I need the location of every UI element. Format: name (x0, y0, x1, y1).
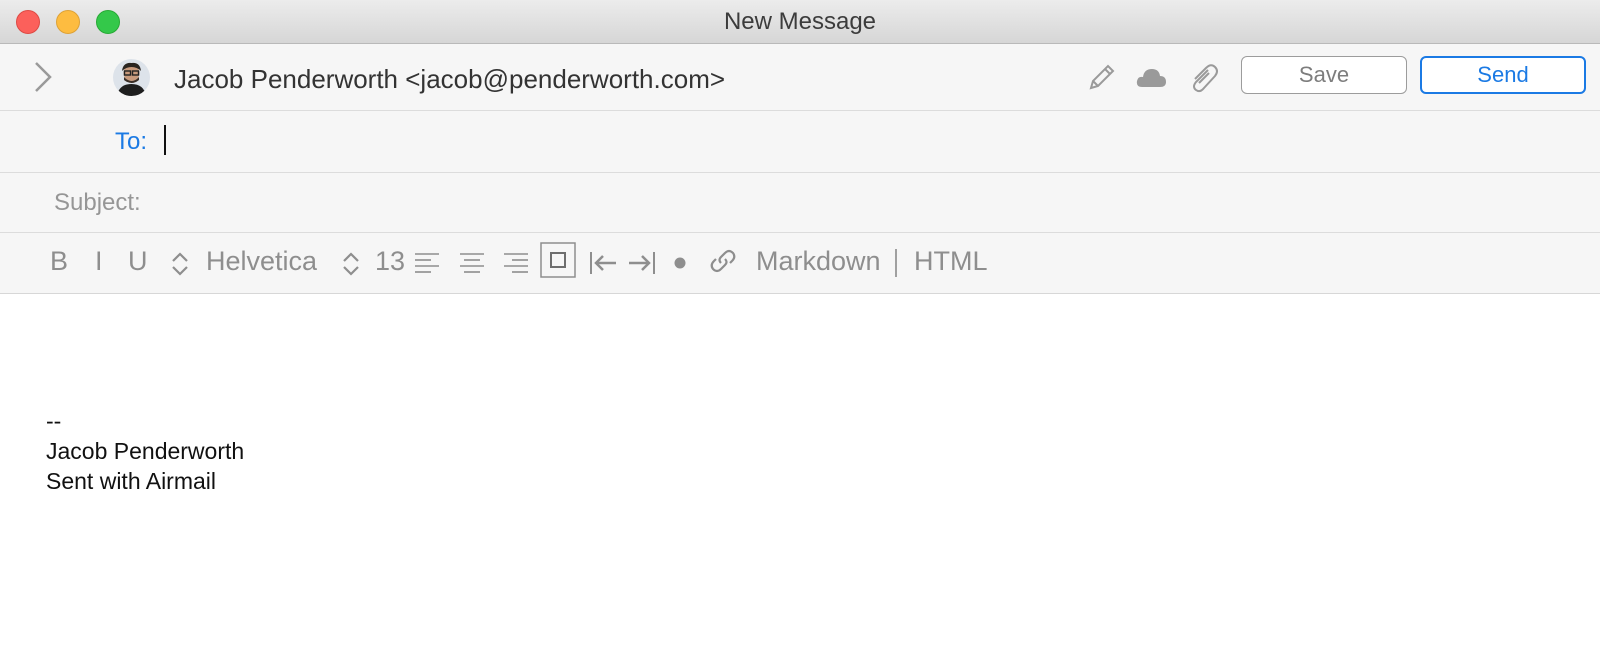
link-icon[interactable] (708, 246, 738, 276)
outdent-icon[interactable] (588, 249, 618, 277)
signature-name: Jacob Penderworth (46, 438, 245, 464)
subject-row: Subject: (0, 173, 1600, 233)
align-left-icon[interactable] (413, 251, 441, 275)
underline-button[interactable]: U (128, 246, 148, 277)
save-button[interactable]: Save (1241, 56, 1407, 94)
to-row: To: (0, 111, 1600, 173)
indent-icon[interactable] (627, 249, 657, 277)
mode-divider (895, 249, 897, 277)
stepper-icon[interactable] (170, 250, 190, 278)
pencil-icon[interactable] (1084, 61, 1118, 95)
avatar (113, 59, 150, 96)
from-row: Jacob Penderworth <jacob@penderworth.com… (0, 44, 1600, 111)
bullet-icon[interactable] (673, 256, 687, 270)
to-label: To: (115, 128, 148, 155)
message-body[interactable]: -- Jacob Penderworth Sent with Airmail (46, 406, 244, 496)
block-icon[interactable] (540, 242, 576, 278)
stepper-icon[interactable] (341, 250, 361, 278)
title-bar: New Message (0, 0, 1600, 44)
signature-separator: -- (46, 408, 62, 434)
bold-button[interactable]: B (50, 246, 68, 277)
send-button[interactable]: Send (1420, 56, 1586, 94)
cloud-icon[interactable] (1134, 61, 1168, 95)
window-title: New Message (723, 8, 877, 35)
to-input-caret[interactable] (164, 125, 166, 155)
align-center-icon[interactable] (458, 251, 486, 275)
font-size-select[interactable]: 13 (375, 246, 405, 277)
chevron-right-icon[interactable] (32, 60, 54, 94)
markdown-toggle[interactable]: Markdown (756, 246, 881, 277)
paperclip-icon[interactable] (1186, 61, 1220, 95)
subject-label: Subject: (54, 189, 141, 216)
format-toolbar: B I U Helvetica 13 Markdown HTML (0, 233, 1600, 294)
from-address[interactable]: Jacob Penderworth <jacob@penderworth.com… (174, 64, 725, 95)
font-name-select[interactable]: Helvetica (206, 246, 317, 277)
italic-button[interactable]: I (95, 246, 103, 277)
align-right-icon[interactable] (502, 251, 530, 275)
html-toggle[interactable]: HTML (914, 246, 988, 277)
signature-tagline: Sent with Airmail (46, 468, 217, 494)
